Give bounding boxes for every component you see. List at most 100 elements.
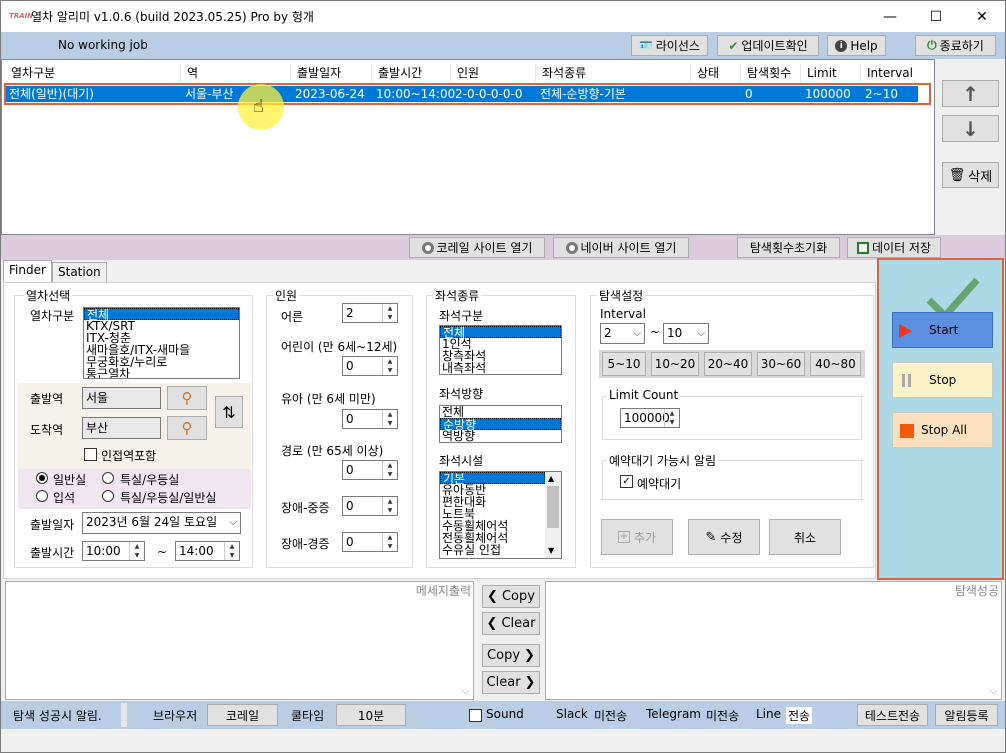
spinner-arrows-icon[interactable]: ▲ ▼ <box>382 533 397 551</box>
sound-checkbox[interactable] <box>469 709 482 722</box>
spinner-arrows-icon[interactable]: ▲ ▼ <box>382 461 397 479</box>
preset-button[interactable]: 5~10 <box>602 352 646 376</box>
child-spinner[interactable]: 0 ▲ ▼ <box>342 356 398 376</box>
col-header[interactable]: 좌석종류 <box>535 64 690 82</box>
adult-spinner[interactable]: 2 ▲ ▼ <box>342 303 398 323</box>
korail-site-button[interactable]: 코레일 사이트 열기 <box>409 237 545 258</box>
col-header[interactable]: 상태 <box>690 64 740 82</box>
chevron-right-icon: ❯ <box>524 675 536 690</box>
stop-all-button[interactable]: Stop All <box>892 412 993 448</box>
minimize-button[interactable]: — <box>867 1 913 32</box>
test-send-button[interactable]: 테스트전송 <box>857 704 928 726</box>
time-to-spinner[interactable]: 14:00 ▲ ▼ <box>175 541 240 561</box>
facility-scrollbar[interactable]: ▲ ▼ <box>545 472 561 558</box>
col-header[interactable]: 인원 <box>450 64 535 82</box>
spinner-arrows-icon[interactable]: ▲ ▼ <box>224 542 239 560</box>
delete-button[interactable]: 🗑 삭제 <box>942 162 999 188</box>
alarm-register-button[interactable]: 알림등록 <box>935 704 998 726</box>
clear-success-button[interactable]: Clear ❯ <box>482 671 540 694</box>
list-item[interactable]: 통근열차 <box>84 368 239 378</box>
col-header[interactable]: 열차구분 <box>5 64 180 82</box>
license-button[interactable]: 🪪 라이선스 <box>631 35 708 56</box>
scroll-up-icon[interactable]: ▲ <box>548 473 554 485</box>
col-header[interactable]: 출발일자 <box>290 64 371 82</box>
col-header[interactable]: 탐색횟수 <box>740 64 800 82</box>
success-output[interactable]: 탐색성공 ⌵ <box>545 581 1002 700</box>
reserve-checkbox[interactable]: ✓ <box>620 475 633 488</box>
stop-button[interactable]: Stop <box>892 362 993 398</box>
train-type-listbox[interactable]: 전체 KTX/SRT ITX-청춘 새마을호/ITX-새마을 무궁화호/누리로 … <box>83 307 240 379</box>
cooltime-select[interactable]: 10분 <box>336 704 406 726</box>
spinner-arrows-icon[interactable]: ▲ ▼ <box>129 542 144 560</box>
disabled-severe-spinner[interactable]: 0 ▲ ▼ <box>342 496 398 516</box>
list-item[interactable]: 수유실 인접 <box>440 544 561 556</box>
seat-type-listbox[interactable]: 전체 1인석 창측좌석 내측좌석 <box>439 325 562 375</box>
preset-button[interactable]: 10~20 <box>651 352 699 376</box>
preset-button[interactable]: 30~60 <box>757 352 805 376</box>
reset-count-button[interactable]: 탐색횟수초기화 <box>737 237 840 258</box>
spinner-arrows-icon[interactable]: ▲ ▼ <box>382 410 397 428</box>
time-from-spinner[interactable]: 10:00 ▲ ▼ <box>82 541 145 561</box>
senior-spinner[interactable]: 0 ▲ ▼ <box>342 460 398 480</box>
tab-finder[interactable]: Finder <box>3 260 52 282</box>
col-header[interactable]: Interval <box>860 64 920 82</box>
search-icon: ⚲ <box>181 389 193 407</box>
spinner-arrows-icon[interactable]: ▲ ▼ <box>382 304 397 322</box>
move-down-button[interactable]: ↓ <box>942 115 999 142</box>
depart-station-field[interactable]: 서울 <box>82 387 161 409</box>
start-button[interactable]: Start <box>892 312 993 348</box>
copy-message-button[interactable]: ❮ Copy <box>482 585 540 608</box>
search-settings-title: 탐색설정 <box>597 287 646 304</box>
arrive-station-field[interactable]: 부산 <box>82 417 161 439</box>
depart-search-button[interactable]: ⚲ <box>167 386 207 410</box>
edit-button[interactable]: ✎ 수정 <box>688 519 760 555</box>
interval-from-select[interactable]: 2 ⌵ <box>600 323 645 344</box>
clear-message-button[interactable]: ❮ Clear <box>482 612 540 635</box>
seat-dir-listbox[interactable]: 전체 순방향 역방향 <box>439 405 562 443</box>
cancel-button[interactable]: 취소 <box>769 519 841 555</box>
col-header[interactable]: 출발시간 <box>371 64 450 82</box>
scroll-down-icon[interactable]: ▼ <box>548 545 554 557</box>
scroll-down-icon[interactable]: ⌵ <box>990 687 997 697</box>
help-button[interactable]: i Help <box>827 35 886 56</box>
add-button[interactable]: + 추가 <box>601 519 673 555</box>
spinner-arrows-icon[interactable]: ▲ ▼ <box>382 497 397 515</box>
scroll-down-icon[interactable]: ⌵ <box>462 687 469 697</box>
col-header[interactable]: Limit <box>800 64 860 82</box>
save-data-button[interactable]: 데이터 저장 <box>847 237 941 258</box>
exit-button[interactable]: ⏻ 종료하기 <box>915 35 996 56</box>
senior-label: 경로 (만 65세 이상) <box>281 444 384 458</box>
maximize-button[interactable]: ☐ <box>913 1 959 32</box>
limit-spinner[interactable]: 100000 ▲ ▼ <box>620 408 680 428</box>
standing-radio[interactable] <box>36 490 48 502</box>
close-button[interactable]: ✕ <box>959 1 1005 32</box>
col-header[interactable]: 역 <box>180 64 290 82</box>
list-item[interactable]: 내측좌석 <box>440 362 561 374</box>
swap-stations-button[interactable]: ⇅ <box>215 396 243 428</box>
list-item[interactable]: 역방향 <box>440 430 561 442</box>
special-general-radio[interactable] <box>102 490 114 502</box>
browser-select[interactable]: 코레일 <box>207 704 278 726</box>
facility-listbox[interactable]: 기본 유아동반 편한대화 노트북 수동휠체어석 전동휠체어석 수유실 인접 ▲ … <box>439 471 562 559</box>
scroll-thumb[interactable] <box>547 486 559 528</box>
arrive-search-button[interactable]: ⚲ <box>167 416 207 440</box>
general-seat-radio[interactable] <box>36 472 48 484</box>
update-check-button[interactable]: ✔ 업데이트확인 <box>717 35 819 56</box>
special-seat-radio[interactable] <box>102 472 114 484</box>
preset-button[interactable]: 40~80 <box>810 352 861 376</box>
naver-site-button[interactable]: 네이버 사이트 열기 <box>553 237 689 258</box>
nearby-station-checkbox[interactable] <box>84 448 97 461</box>
preset-button[interactable]: 20~40 <box>704 352 752 376</box>
korail-site-label: 코레일 사이트 열기 <box>436 241 533 255</box>
depart-date-picker[interactable]: 2023년 6월 24일 토요일 ⌵ <box>82 512 241 534</box>
spinner-arrows-icon[interactable]: ▲ ▼ <box>664 409 679 427</box>
copy-success-button[interactable]: Copy ❯ <box>482 644 540 667</box>
disabled-mild-spinner[interactable]: 0 ▲ ▼ <box>342 532 398 552</box>
infant-spinner[interactable]: 0 ▲ ▼ <box>342 409 398 429</box>
spinner-arrows-icon[interactable]: ▲ ▼ <box>382 357 397 375</box>
list-item[interactable]: 전체 <box>440 406 561 418</box>
message-output[interactable]: 메세지출력 ⌵ <box>5 581 474 700</box>
move-up-button[interactable]: ↑ <box>942 80 999 107</box>
tab-station[interactable]: Station <box>52 262 107 282</box>
interval-to-select[interactable]: 10 ⌵ <box>663 323 709 344</box>
